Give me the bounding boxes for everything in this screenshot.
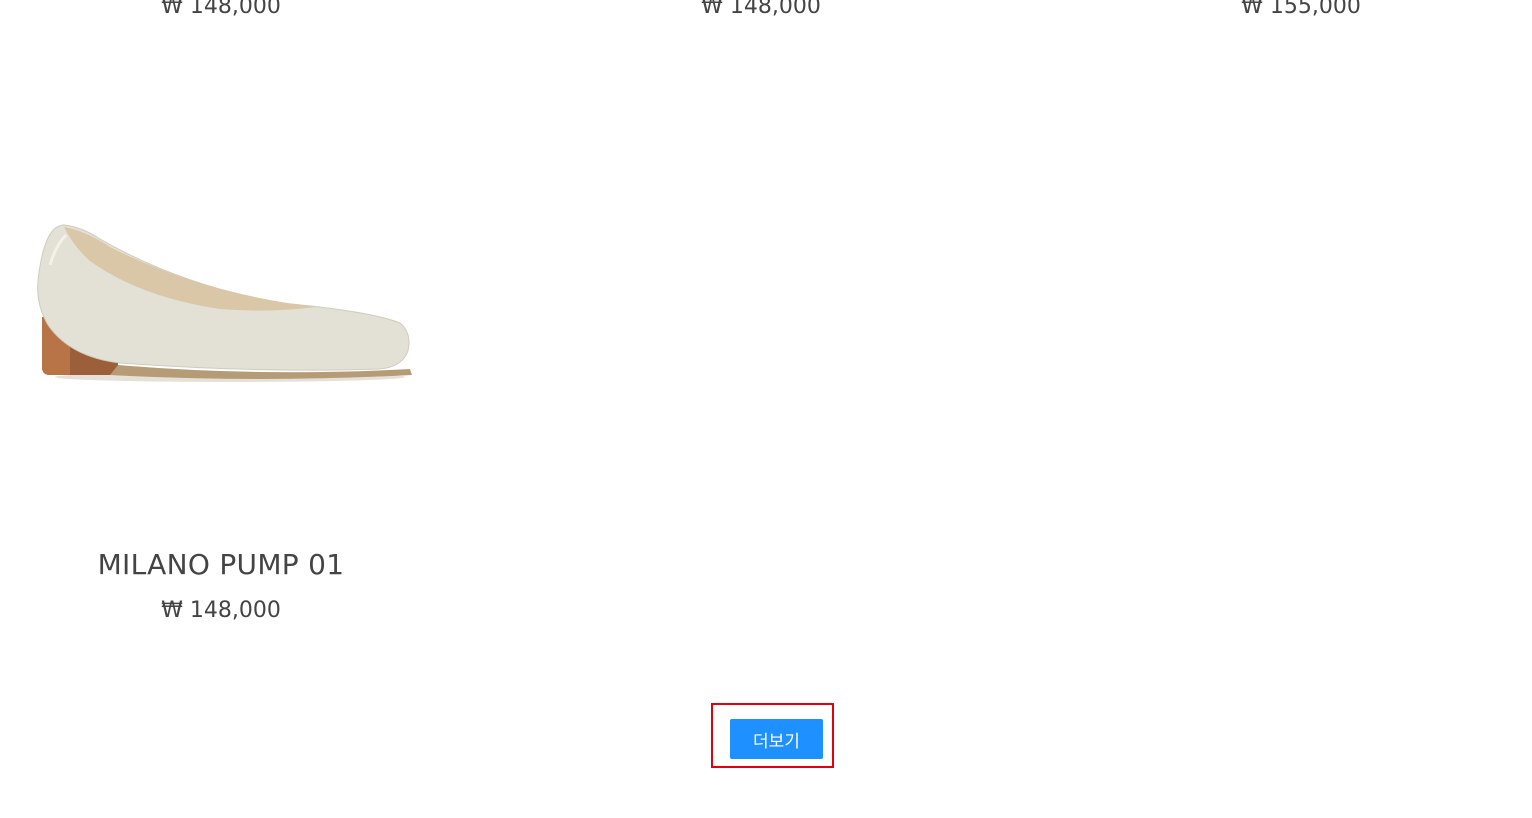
pump-shoe-illustration: [37, 224, 412, 382]
product-price: ₩ 155,000: [1241, 0, 1361, 19]
product-image-milano-pump[interactable]: [30, 205, 420, 395]
product-price: ₩ 148,000: [161, 0, 281, 19]
product-name[interactable]: MILANO PUMP 01: [21, 548, 421, 581]
load-more-button[interactable]: 더보기: [730, 719, 823, 759]
product-price: ₩ 148,000: [161, 598, 281, 623]
product-price: ₩ 148,000: [701, 0, 821, 19]
product-listing-page: ₩ 148,000 ₩ 148,000 ₩ 155,000 MILANO PUM…: [0, 0, 1532, 818]
